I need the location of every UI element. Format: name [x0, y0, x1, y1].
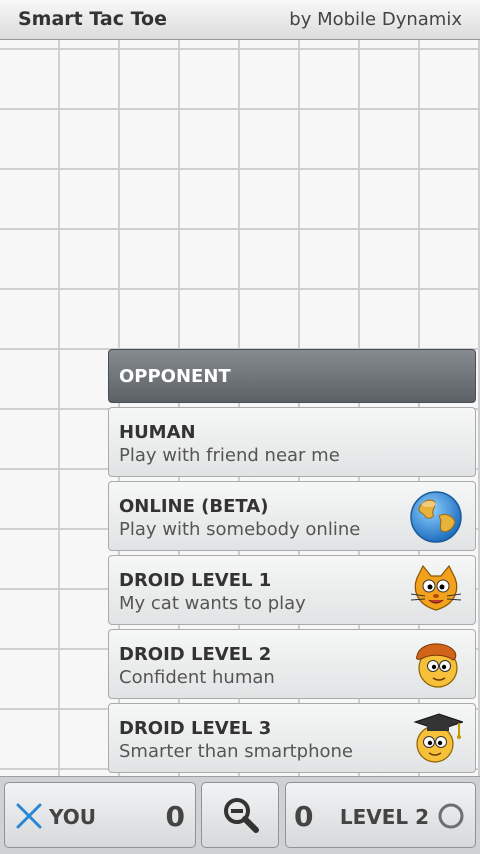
- option-subtitle: Play with somebody online: [119, 519, 361, 540]
- opponent-score-button[interactable]: 0 LEVEL 2: [285, 782, 476, 848]
- app-title: Smart Tac Toe: [18, 8, 167, 30]
- o-icon: [438, 803, 464, 829]
- opponent-menu: OPPONENT HUMAN Play with friend near me …: [108, 349, 476, 773]
- opponent-option-human[interactable]: HUMAN Play with friend near me: [108, 407, 476, 477]
- zoom-out-icon: [224, 798, 259, 833]
- opponent-option-online[interactable]: ONLINE (BETA) Play with somebody online: [108, 481, 476, 551]
- player-score: 0: [165, 800, 185, 833]
- option-subtitle: My cat wants to play: [119, 593, 306, 614]
- option-title: DROID LEVEL 3: [119, 718, 272, 739]
- zoom-out-button[interactable]: [201, 782, 279, 848]
- level-label: LEVEL 2: [339, 805, 429, 829]
- option-subtitle: Smarter than smartphone: [119, 741, 353, 762]
- cat-face-icon: [410, 564, 462, 611]
- opponent-option-droid-level-3[interactable]: DROID LEVEL 3 Smarter than smartphone: [108, 703, 476, 773]
- globe-icon: [410, 491, 462, 543]
- option-title: ONLINE (BETA): [119, 496, 269, 517]
- score-bar: YOU 0 0 LEVEL 2: [0, 776, 480, 854]
- option-title: DROID LEVEL 1: [119, 570, 272, 591]
- graduate-face-icon: [413, 713, 463, 763]
- opponent-option-droid-level-2[interactable]: DROID LEVEL 2 Confident human: [108, 629, 476, 699]
- option-subtitle: Play with friend near me: [119, 445, 340, 466]
- option-title: DROID LEVEL 2: [119, 644, 272, 665]
- opponent-score: 0: [294, 800, 314, 833]
- player-score-button[interactable]: YOU 0: [4, 782, 196, 848]
- option-subtitle: Confident human: [119, 667, 275, 688]
- opponent-option-droid-level-1[interactable]: DROID LEVEL 1 My cat wants to play: [108, 555, 476, 625]
- app-author: by Mobile Dynamix: [289, 9, 462, 30]
- title-bar: Smart Tac Toe by Mobile Dynamix: [0, 0, 480, 40]
- human-face-icon: [416, 643, 458, 688]
- x-icon: [16, 803, 42, 829]
- opponent-menu-header: OPPONENT: [108, 349, 476, 403]
- option-title: HUMAN: [119, 422, 196, 443]
- player-label: YOU: [49, 805, 97, 829]
